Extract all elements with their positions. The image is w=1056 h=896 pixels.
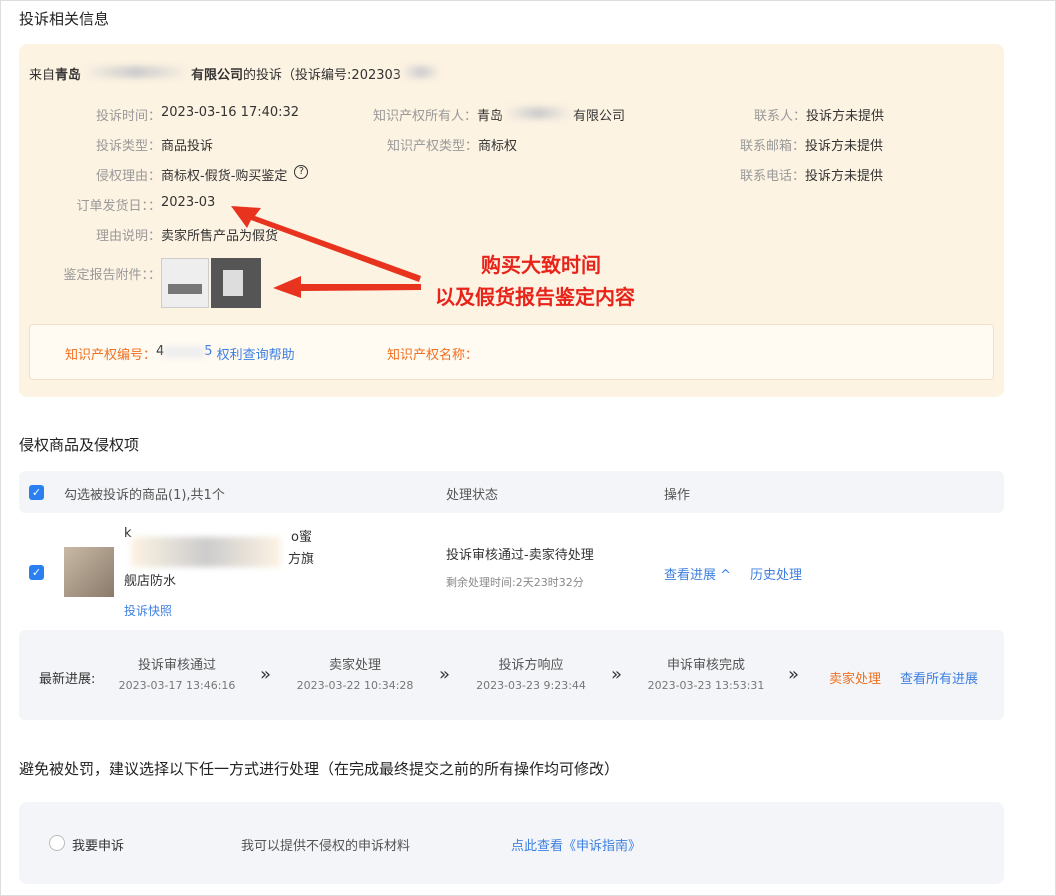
complaint-snapshot-link[interactable]: 投诉快照 xyxy=(124,602,172,619)
view-all-progress-link[interactable]: 查看所有进展 xyxy=(900,668,978,687)
process-status: 投诉审核通过-卖家待处理 xyxy=(446,544,594,563)
current-step: 卖家处理 xyxy=(829,668,881,687)
latest-progress-panel: 最新进展: 投诉审核通过 2023-03-17 13:46:16 » 卖家处理 20… xyxy=(19,630,1004,720)
field-value: 2023-03-16 17:40:32 xyxy=(161,105,299,124)
from-prefix: 来自 xyxy=(29,64,55,83)
chevron-right-icon: » xyxy=(788,664,799,685)
field-value: 2023-03 xyxy=(161,195,215,214)
ip-type-label: 知识产权类型： xyxy=(387,135,478,154)
annotation-arrows xyxy=(221,196,441,306)
col-header-status: 处理状态 xyxy=(446,484,498,503)
email-value: 投诉方未提供 xyxy=(805,135,883,154)
ip-info-box: 知识产权编号：4 5 权利查询帮助 知识产权名称： xyxy=(29,324,994,380)
appeal-option-label[interactable]: 我要申诉 xyxy=(72,835,124,854)
company-start: 青岛 xyxy=(55,64,81,83)
appeal-description: 我可以提供不侵权的申诉材料 xyxy=(241,835,410,854)
product-thumbnail xyxy=(64,547,114,597)
ip-type-value: 商标权 xyxy=(478,135,517,154)
col-header-actions: 操作 xyxy=(664,484,690,503)
item-checkbox[interactable]: ✓ xyxy=(29,565,44,580)
field-value: 商标权-假货-购买鉴定 xyxy=(161,165,287,184)
section-title-suggestion: 避免被处罚，建议选择以下任一方式进行处理（在完成最终提交之前的所有操作均可修改） xyxy=(19,758,619,779)
product-title-part: 舰店防水 xyxy=(124,570,176,589)
owner-label: 知识产权所有人： xyxy=(373,105,477,124)
ip-name-label: 知识产权名称： xyxy=(387,344,478,363)
step-date: 2023-03-17 13:46:16 xyxy=(102,679,252,692)
complaint-source: 来自青岛 有限公司的投诉（投诉编号:202303 xyxy=(29,64,441,83)
chevron-right-icon: » xyxy=(439,664,450,685)
section-title-complaint-info: 投诉相关信息 xyxy=(19,8,109,29)
owner-value: 青岛 xyxy=(477,105,503,124)
product-title-part: o蜜 xyxy=(291,526,312,545)
progress-label: 最新进展: xyxy=(39,668,95,687)
product-title-part: 方旗 xyxy=(288,548,314,567)
progress-step: 投诉审核通过 2023-03-17 13:46:16 xyxy=(102,654,252,692)
items-table-header: ✓ 勾选被投诉的商品(1),共1个 处理状态 操作 xyxy=(19,471,1004,513)
step-date: 2023-03-23 9:23:44 xyxy=(456,679,606,692)
step-title: 卖家处理 xyxy=(280,654,430,673)
redacted xyxy=(401,66,441,78)
annotation-line2: 以及假货报告鉴定内容 xyxy=(435,281,635,310)
company-end: 有限公司 xyxy=(191,64,243,83)
field-label: 投诉时间： xyxy=(19,105,161,124)
annotation-line1: 购买大致时间 xyxy=(481,249,601,278)
ip-number: 4 xyxy=(156,344,164,363)
step-title: 申诉审核完成 xyxy=(631,654,781,673)
step-title: 投诉方响应 xyxy=(456,654,606,673)
progress-step: 卖家处理 2023-03-22 10:34:28 xyxy=(280,654,430,692)
owner-value-end: 有限公司 xyxy=(573,105,625,124)
section-title-items: 侵权商品及侵权项 xyxy=(19,434,139,455)
email-label: 联系邮箱： xyxy=(740,135,805,154)
col-header-items: 勾选被投诉的商品(1),共1个 xyxy=(64,484,225,503)
field-label: 理由说明： xyxy=(19,225,161,244)
step-date: 2023-03-23 13:53:31 xyxy=(631,679,781,692)
contact-value: 投诉方未提供 xyxy=(806,105,884,124)
table-row: ✓ k o蜜 方旗 舰店防水 投诉快照 投诉审核通过-卖家待处理 剩余处理时间:… xyxy=(1,513,1004,628)
help-icon[interactable]: ? xyxy=(294,165,308,179)
history-link[interactable]: 历史处理 xyxy=(750,564,802,583)
phone-label: 联系电话： xyxy=(740,165,805,184)
appeal-guide-link[interactable]: 点此查看《申诉指南》 xyxy=(511,835,641,854)
appeal-option-panel: 我要申诉 我可以提供不侵权的申诉材料 点此查看《申诉指南》 xyxy=(19,802,1004,884)
field-label: 鉴定报告附件：： xyxy=(19,264,161,283)
step-date: 2023-03-22 10:34:28 xyxy=(280,679,430,692)
ip-help-link[interactable]: 权利查询帮助 xyxy=(217,344,295,363)
chevron-right-icon: » xyxy=(611,664,622,685)
redacted xyxy=(81,66,191,78)
field-label: 订单发货日：： xyxy=(19,195,161,214)
ip-number-end: 5 xyxy=(204,344,212,363)
phone-value: 投诉方未提供 xyxy=(805,165,883,184)
progress-step: 申诉审核完成 2023-03-23 13:53:31 xyxy=(631,654,781,692)
complaint-number: 的投诉（投诉编号:202303 xyxy=(243,64,401,83)
remaining-time: 剩余处理时间:2天23时32分 xyxy=(446,574,584,590)
field-value: 商品投诉 xyxy=(161,135,213,154)
chevron-right-icon: » xyxy=(260,664,271,685)
contact-label: 联系人： xyxy=(754,105,806,124)
appeal-radio[interactable] xyxy=(49,835,65,851)
progress-step: 投诉方响应 2023-03-23 9:23:44 xyxy=(456,654,606,692)
step-title: 投诉审核通过 xyxy=(102,654,252,673)
field-label: 投诉类型： xyxy=(19,135,161,154)
view-progress-link[interactable]: 查看进展 ^ xyxy=(664,564,731,583)
field-label: 侵权理由： xyxy=(19,165,161,184)
ip-number-label: 知识产权编号： xyxy=(65,344,156,363)
complaint-info-panel: 来自青岛有限公司的投诉（投诉编号:202303 投诉时间：2023-03-16 … xyxy=(19,44,1004,397)
report-attachment-thumbnail[interactable] xyxy=(161,258,209,308)
select-all-checkbox[interactable]: ✓ xyxy=(29,485,44,500)
